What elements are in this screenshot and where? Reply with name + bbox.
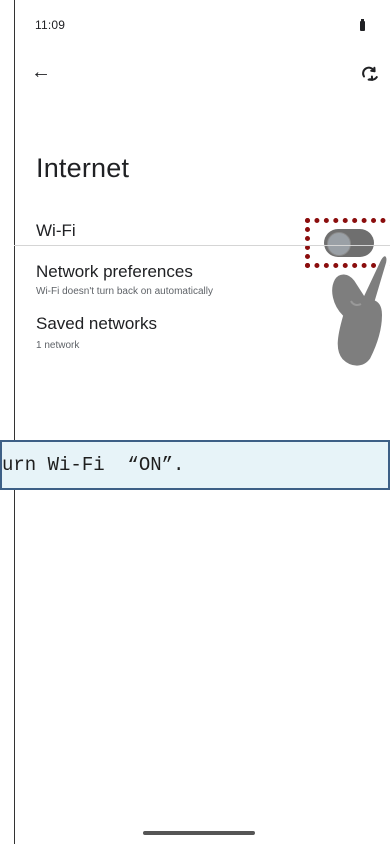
instruction-banner: urn Wi-Fi “ON”.	[0, 440, 390, 490]
back-button[interactable]: ←	[27, 58, 55, 86]
gesture-nav-handle[interactable]	[143, 831, 255, 835]
instruction-text: urn Wi-Fi “ON”.	[2, 454, 185, 476]
refresh-button[interactable]	[358, 61, 382, 85]
status-time: 11:09	[35, 18, 66, 32]
phone-frame	[14, 0, 15, 844]
refresh-icon	[362, 66, 378, 81]
saved-networks-subtitle: 1 network	[36, 340, 80, 351]
battery-icon	[360, 19, 365, 31]
arrow-left-icon: ←	[31, 61, 51, 83]
status-bar: 11:09	[35, 18, 370, 38]
network-preferences-subtitle: Wi-Fi doesn't turn back on automatically	[36, 286, 213, 297]
phone-screen: 11:09 ← Internet Wi-Fi Network preferenc…	[0, 0, 390, 844]
network-preferences-title[interactable]: Network preferences	[36, 262, 193, 282]
saved-networks-title[interactable]: Saved networks	[36, 314, 157, 334]
page-title: Internet	[36, 153, 130, 183]
wifi-label: Wi-Fi	[36, 221, 76, 240]
hand-pointer-icon	[330, 254, 389, 368]
